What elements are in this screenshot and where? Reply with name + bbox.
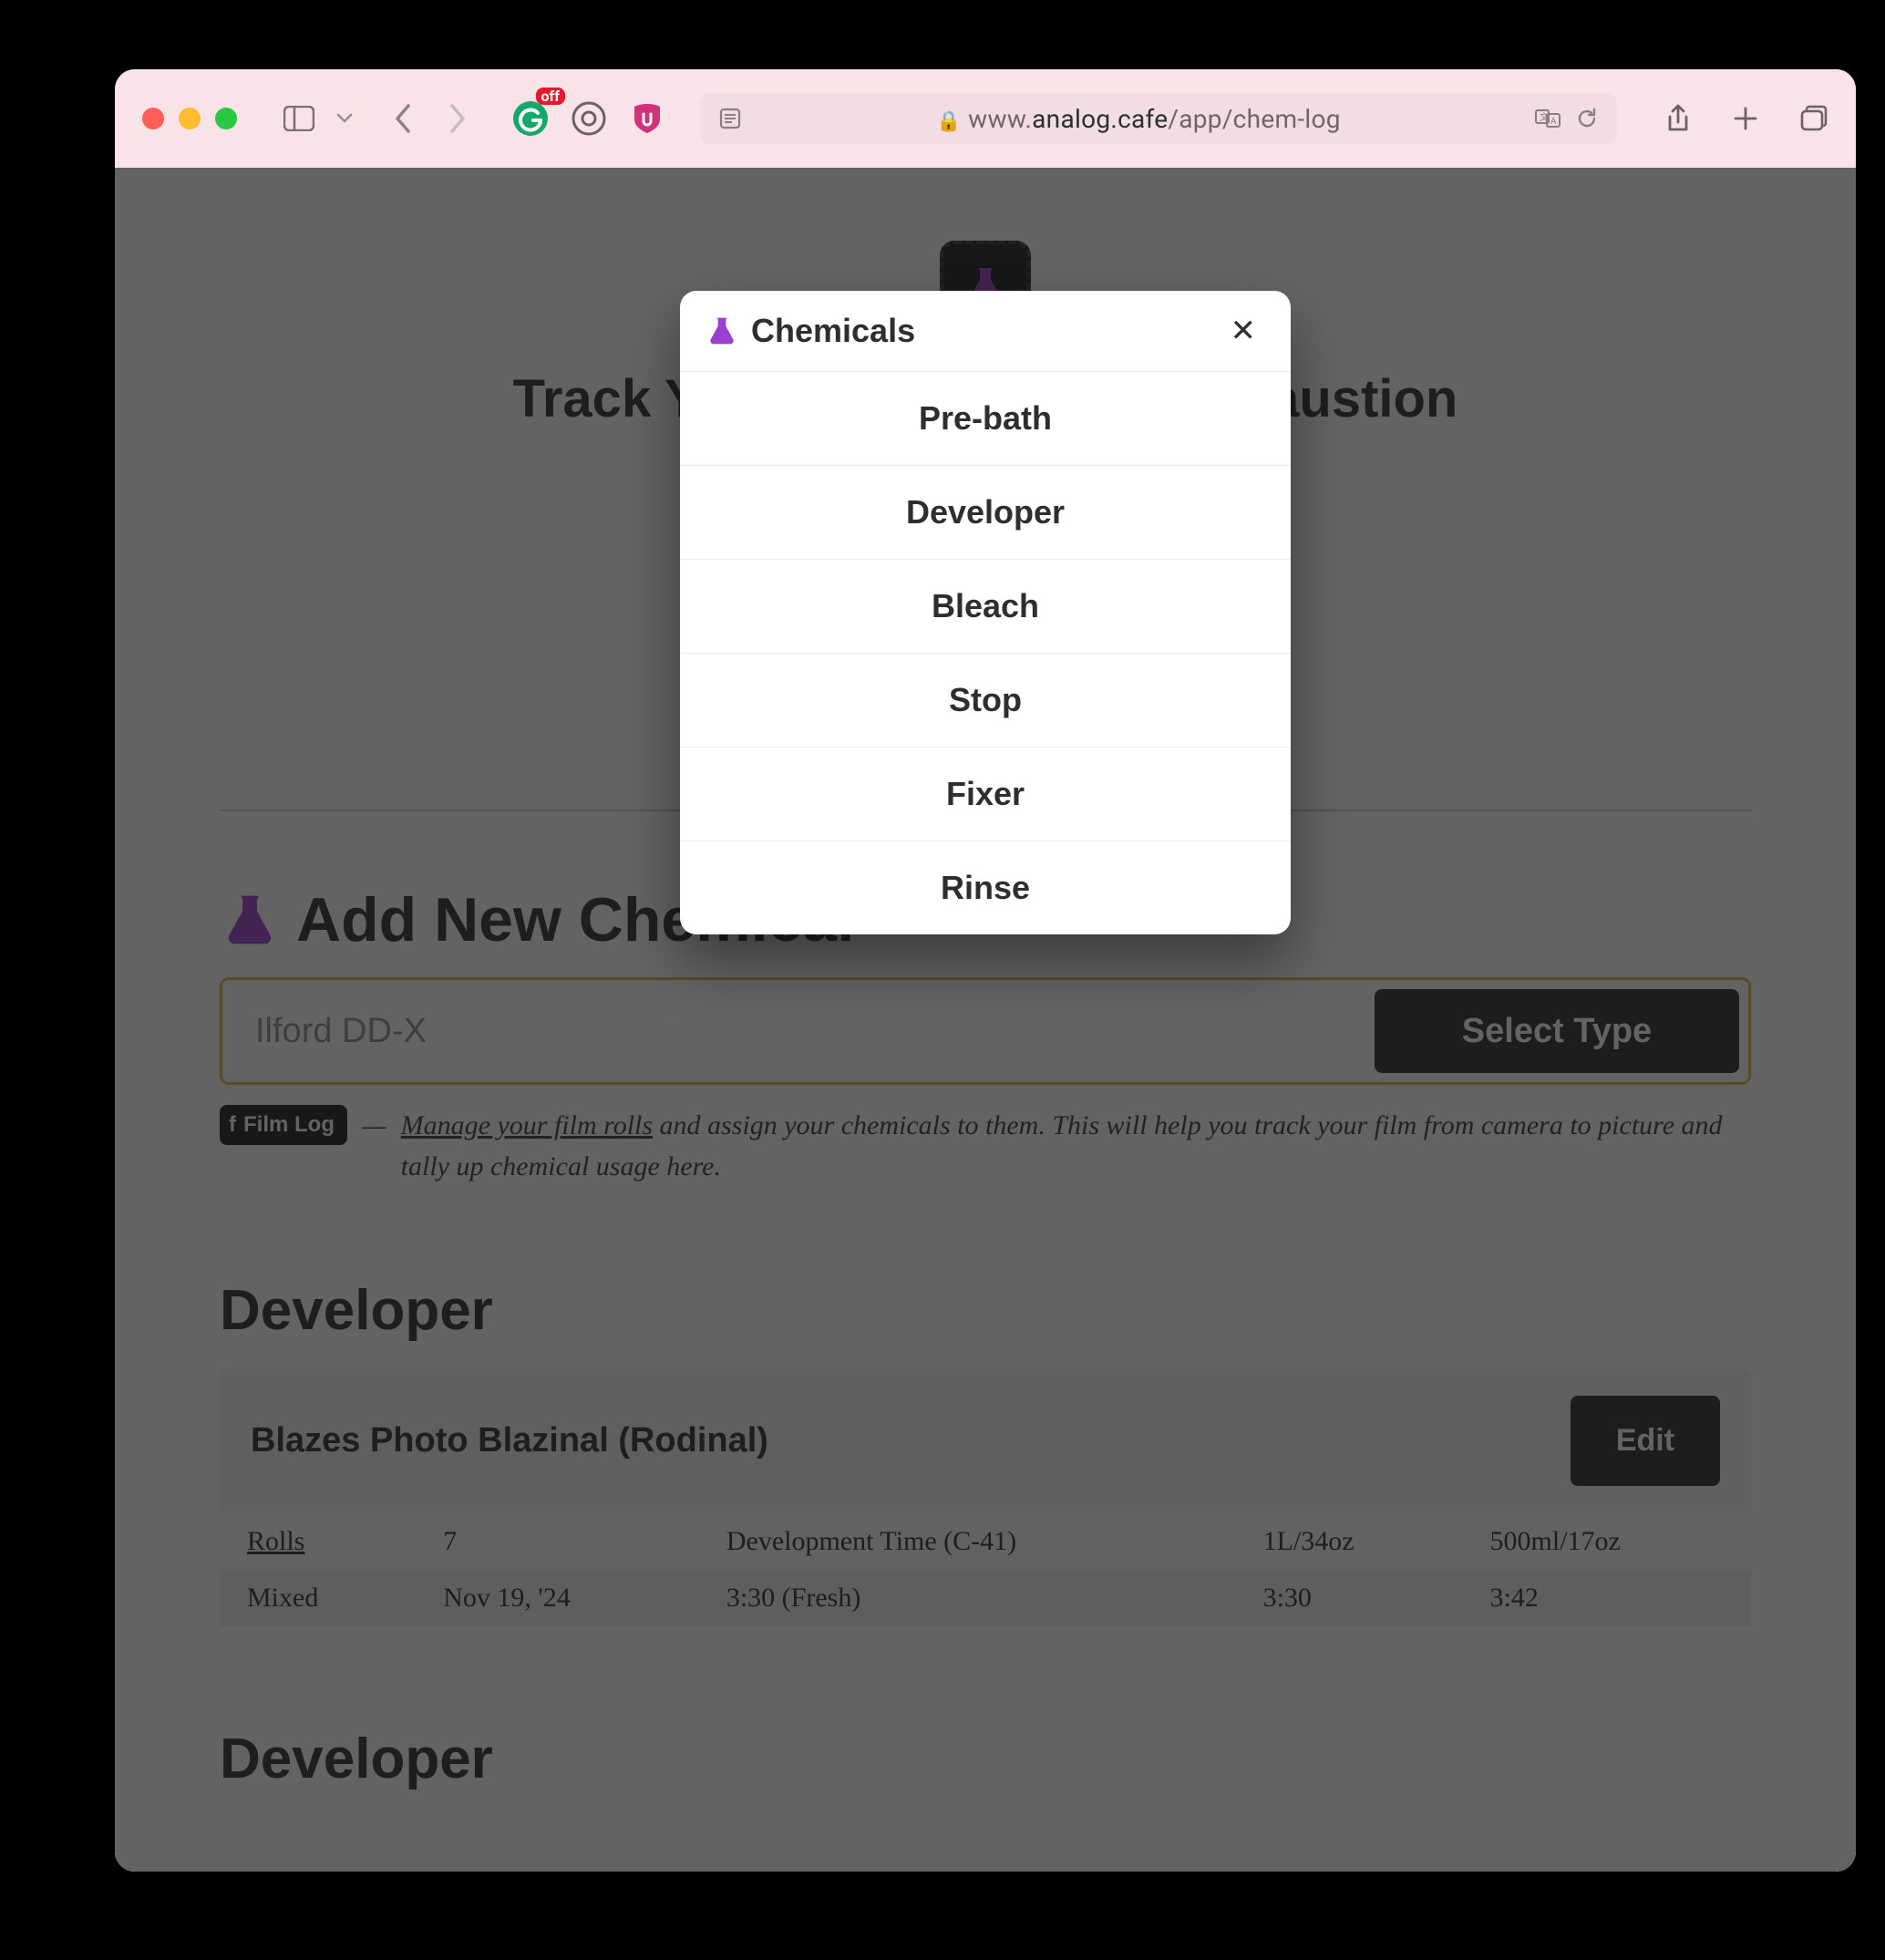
tabs-overview-icon[interactable] [1799, 104, 1828, 133]
svg-text:文: 文 [1540, 111, 1549, 123]
sidebar-toggle-icon[interactable] [283, 102, 315, 135]
extension-circle-icon[interactable] [571, 100, 607, 137]
chevron-down-icon[interactable] [328, 102, 361, 135]
browser-window: off 🔒 www.analog.cafe/app/chem-log 文A [115, 69, 1856, 1872]
flask-icon [706, 315, 738, 347]
minimize-window-icon[interactable] [179, 108, 201, 129]
reader-mode-icon[interactable] [718, 107, 742, 130]
maximize-window-icon[interactable] [215, 108, 237, 129]
modal-option-fixer[interactable]: Fixer [680, 748, 1291, 841]
ublock-extension-icon[interactable] [629, 100, 665, 137]
svg-text:A: A [1550, 117, 1557, 127]
page-content-wrapper: Track Yhidden between modalaustion Enjoh… [115, 168, 1856, 1872]
new-tab-icon[interactable] [1732, 105, 1759, 132]
url-text: 🔒 www.analog.cafe/app/chem-log [936, 104, 1341, 134]
back-icon[interactable] [392, 102, 412, 135]
browser-titlebar: off 🔒 www.analog.cafe/app/chem-log 文A [115, 69, 1856, 168]
grammarly-badge: off [536, 88, 565, 105]
modal-option-pre-bath[interactable]: Pre-bath [680, 372, 1291, 466]
modal-header: Chemicals ✕ [680, 291, 1291, 372]
chemicals-modal: Chemicals ✕ Pre-bath Developer Bleach St… [680, 291, 1291, 934]
close-icon[interactable]: ✕ [1221, 309, 1266, 353]
forward-icon[interactable] [448, 102, 469, 135]
lock-icon: 🔒 [936, 110, 962, 133]
url-bar[interactable]: 🔒 www.analog.cafe/app/chem-log 文A [700, 93, 1617, 144]
modal-option-stop[interactable]: Stop [680, 654, 1291, 748]
modal-option-bleach[interactable]: Bleach [680, 560, 1291, 654]
close-window-icon[interactable] [142, 108, 164, 129]
modal-option-rinse[interactable]: Rinse [680, 841, 1291, 934]
traffic-lights [142, 108, 237, 129]
modal-option-developer[interactable]: Developer [680, 466, 1291, 560]
modal-title: Chemicals [751, 312, 1221, 350]
share-icon[interactable] [1664, 102, 1692, 135]
translate-icon[interactable]: 文A [1535, 108, 1562, 129]
reload-icon[interactable] [1575, 107, 1599, 130]
grammarly-extension-icon[interactable]: off [512, 100, 549, 137]
